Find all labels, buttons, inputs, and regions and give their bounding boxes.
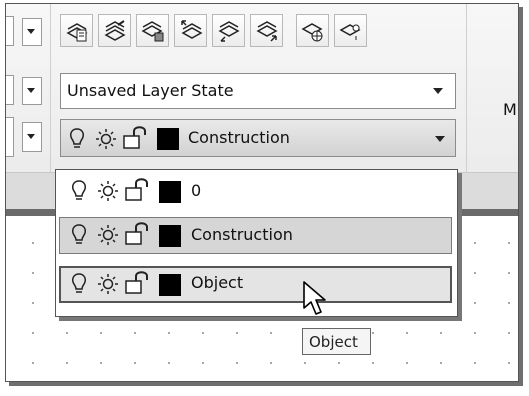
layer-list-item[interactable]: 0 bbox=[59, 173, 452, 210]
layer-off-button[interactable] bbox=[334, 14, 367, 47]
unlock-icon bbox=[123, 126, 146, 149]
match-layer-button[interactable] bbox=[174, 14, 207, 47]
chevron-down-icon bbox=[435, 136, 445, 142]
application-window: Unsaved Layer State Mu Construction 0 bbox=[5, 3, 519, 382]
layer-state-value: Unsaved Layer State bbox=[67, 81, 234, 100]
sun-icon bbox=[96, 129, 116, 149]
layer-isolate-button[interactable] bbox=[250, 14, 283, 47]
layer-name: 0 bbox=[191, 181, 202, 200]
layer-previous-icon bbox=[218, 21, 240, 42]
chevron-down-icon bbox=[27, 134, 35, 139]
layer-state-combo[interactable]: Unsaved Layer State bbox=[60, 73, 456, 109]
match-layer-icon bbox=[181, 20, 203, 39]
layer-list-item-current[interactable]: Construction bbox=[59, 217, 452, 254]
layer-color-swatch bbox=[159, 181, 181, 203]
chevron-down-icon bbox=[27, 29, 35, 34]
lightbulb-icon bbox=[72, 180, 86, 200]
unlock-icon bbox=[125, 271, 148, 294]
layer-list-item-hovered[interactable]: Object bbox=[59, 266, 452, 303]
left-combo-2[interactable] bbox=[6, 75, 14, 105]
layer-name: Construction bbox=[191, 225, 293, 244]
freeze-layer-icon bbox=[301, 23, 323, 42]
layer-properties-button[interactable] bbox=[60, 14, 93, 47]
layer-color-swatch bbox=[157, 128, 179, 150]
layer-isolate-icon bbox=[256, 21, 278, 42]
layer-dropdown-list: 0 Construction Object bbox=[55, 169, 458, 317]
layer-states-icon bbox=[104, 20, 126, 41]
chevron-down-icon bbox=[433, 88, 443, 94]
ribbon-side-label: Mu bbox=[503, 100, 518, 119]
mouse-pointer-icon bbox=[303, 281, 326, 315]
chevron-down-icon bbox=[27, 88, 35, 93]
layer-off-icon bbox=[339, 24, 361, 40]
left-combo-1-arrow[interactable] bbox=[22, 18, 42, 46]
layer-color-swatch bbox=[159, 274, 181, 296]
layer-combo[interactable]: Construction bbox=[60, 119, 456, 157]
freeze-layer-button[interactable] bbox=[296, 14, 329, 47]
unlock-icon bbox=[125, 222, 148, 245]
sun-icon bbox=[98, 225, 118, 245]
left-combo-3-arrow[interactable] bbox=[22, 122, 42, 152]
layer-combo-value: Construction bbox=[188, 128, 290, 147]
layer-tooltip: Object bbox=[302, 328, 371, 355]
layer-states-button[interactable] bbox=[98, 14, 131, 47]
make-current-button[interactable] bbox=[136, 14, 169, 47]
lightbulb-icon bbox=[70, 128, 84, 148]
layer-name: Object bbox=[191, 273, 244, 292]
left-combo-1[interactable] bbox=[6, 16, 14, 46]
make-current-icon bbox=[141, 21, 164, 42]
unlock-icon bbox=[125, 178, 148, 201]
sun-icon bbox=[98, 274, 118, 294]
sun-icon bbox=[98, 181, 118, 201]
left-combo-3[interactable] bbox=[6, 117, 14, 157]
layer-properties-icon bbox=[66, 23, 88, 42]
lightbulb-icon bbox=[72, 273, 86, 293]
left-combo-2-arrow[interactable] bbox=[22, 77, 42, 105]
layer-previous-button[interactable] bbox=[212, 14, 245, 47]
layer-color-swatch bbox=[159, 225, 181, 247]
lightbulb-icon bbox=[72, 224, 86, 244]
